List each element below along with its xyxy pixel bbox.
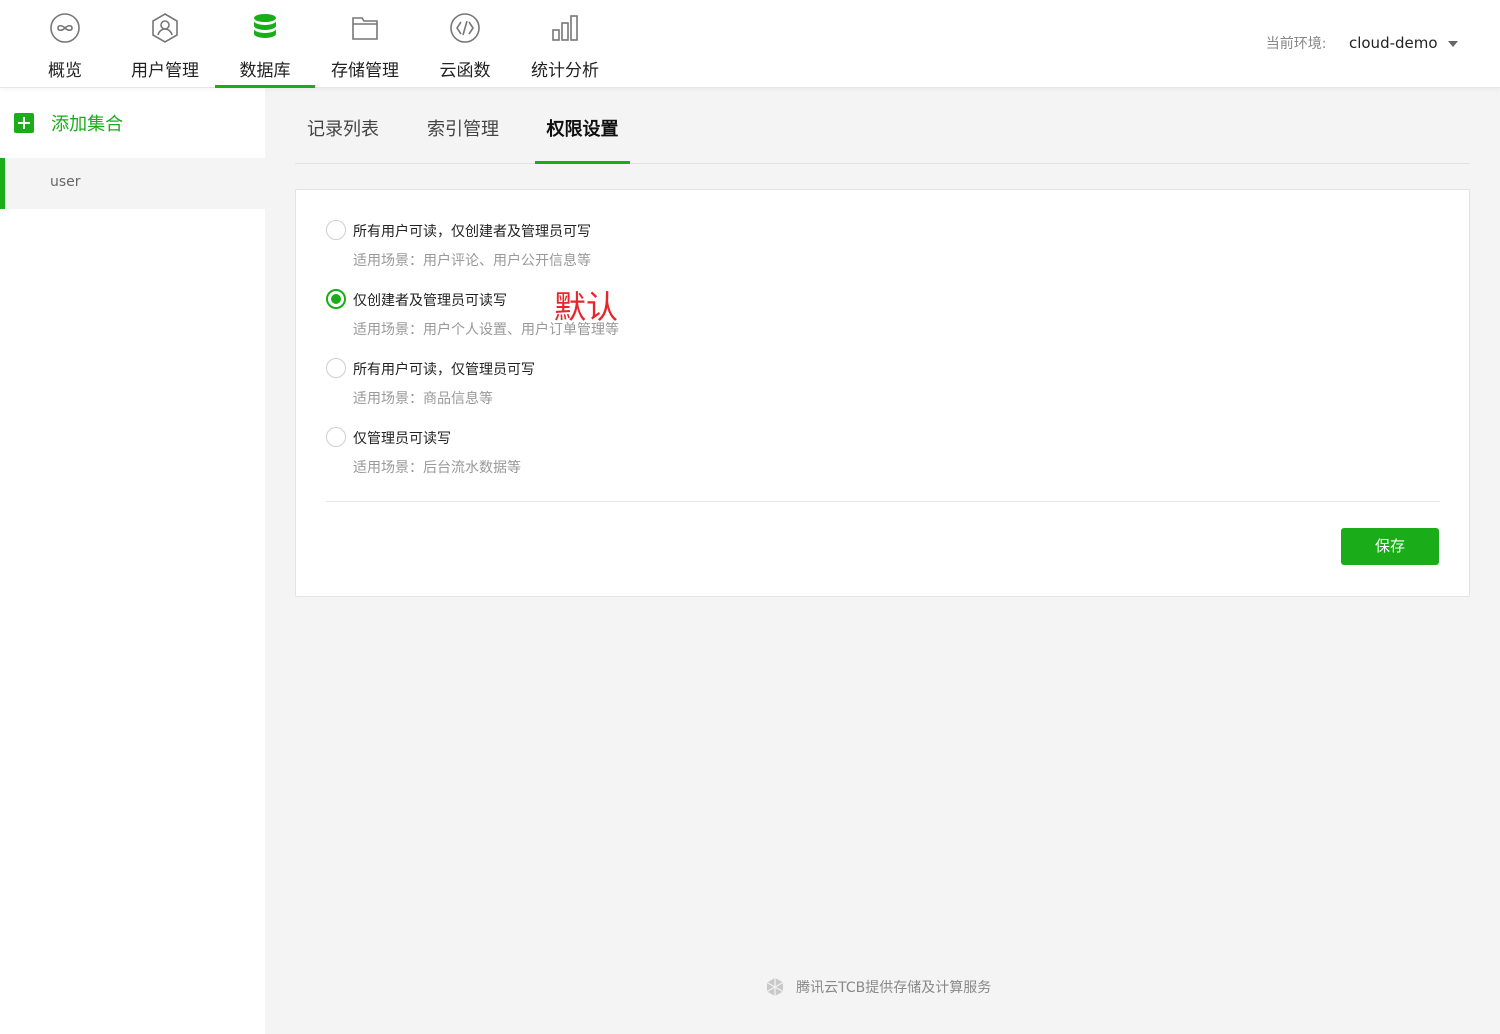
save-button[interactable]: 保存	[1341, 528, 1439, 565]
radio-button[interactable]	[326, 358, 346, 378]
database-tabs: 记录列表 索引管理 权限设置	[295, 88, 1470, 164]
plus-icon	[14, 113, 34, 133]
tab-label: 权限设置	[546, 119, 619, 140]
environment-label: 当前环境:	[1265, 36, 1327, 52]
cloud-function-icon	[450, 13, 480, 43]
collection-item-user[interactable]: user	[0, 158, 265, 209]
nav-item-database[interactable]: 数据库	[215, 0, 315, 88]
collections-sidebar: 添加集合 user	[0, 88, 265, 1034]
overview-infinity-icon	[50, 13, 80, 43]
tencent-cloud-logo-icon	[766, 977, 784, 996]
bar-chart-icon	[552, 15, 578, 41]
radio-button[interactable]	[326, 427, 346, 447]
permission-settings-card: 所有用户可读，仅创建者及管理员可写 适用场景：用户评论、用户公开信息等 仅创建者…	[295, 189, 1470, 597]
footer: 腾讯云TCB提供存储及计算服务	[765, 976, 991, 998]
tab-index-management[interactable]: 索引管理	[415, 88, 511, 163]
option-title: 仅创建者及管理员可读写	[353, 293, 507, 309]
database-icon	[254, 14, 276, 38]
nav-item-storage[interactable]: 存储管理	[315, 0, 415, 88]
radio-button-checked[interactable]	[326, 289, 346, 309]
tab-label: 记录列表	[307, 119, 379, 140]
nav-item-statistics[interactable]: 统计分析	[515, 0, 615, 88]
tab-record-list[interactable]: 记录列表	[295, 88, 391, 163]
nav-label-cloud-function: 云函数	[439, 61, 491, 81]
footer-text: 腾讯云TCB提供存储及计算服务	[796, 979, 992, 996]
nav-item-cloud-function[interactable]: 云函数	[415, 0, 515, 88]
add-collection-label: 添加集合	[51, 114, 124, 135]
divider	[326, 501, 1440, 502]
nav-label-overview: 概览	[48, 61, 82, 81]
environment-value: cloud-demo	[1348, 34, 1438, 52]
radio-button[interactable]	[326, 220, 346, 240]
option-title: 仅管理员可读写	[353, 431, 451, 447]
option-description: 适用场景：用户评论、用户公开信息等	[353, 253, 591, 269]
option-title: 所有用户可读，仅创建者及管理员可写	[353, 224, 591, 240]
default-annotation: 默认	[554, 288, 619, 326]
tab-permission-settings[interactable]: 权限设置	[535, 88, 630, 164]
nav-item-user-management[interactable]: 用户管理	[115, 0, 215, 88]
top-nav-bar: 概览 用户管理 数据库 存储管理 云函数 统计分析 当前环境: cloud-de…	[0, 0, 1500, 88]
nav-label-storage: 存储管理	[331, 61, 399, 81]
nav-label-statistics: 统计分析	[531, 61, 599, 81]
user-management-icon	[152, 13, 178, 43]
nav-item-overview[interactable]: 概览	[15, 0, 115, 88]
option-description: 适用场景：后台流水数据等	[353, 460, 521, 476]
nav-active-indicator	[215, 85, 315, 88]
environment-selector[interactable]: 当前环境: cloud-demo	[1266, 33, 1458, 53]
nav-label-user-management: 用户管理	[131, 61, 199, 81]
option-title: 所有用户可读，仅管理员可写	[353, 362, 535, 378]
option-description: 适用场景：商品信息等	[353, 391, 493, 407]
caret-down-icon	[1448, 41, 1458, 47]
add-collection-button[interactable]: 添加集合	[14, 110, 123, 136]
tab-label: 索引管理	[427, 119, 499, 140]
nav-label-database: 数据库	[239, 61, 291, 81]
collection-name: user	[50, 174, 81, 190]
tab-active-indicator	[535, 161, 630, 164]
folder-icon	[352, 17, 378, 40]
